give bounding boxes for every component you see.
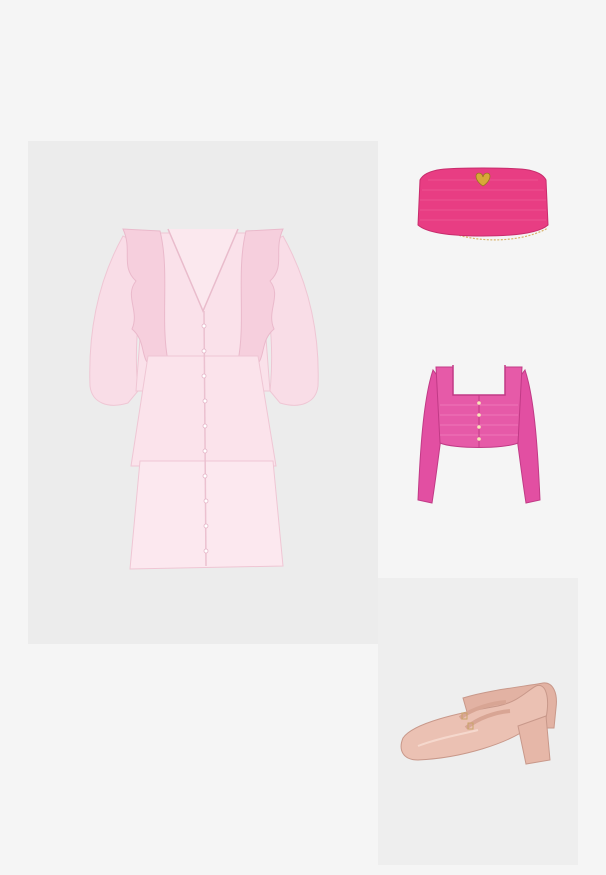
cardigan-product-tile[interactable] (408, 355, 550, 510)
dress-product-tile[interactable] (28, 141, 378, 644)
clutch-bag-product-tile[interactable] (398, 150, 568, 260)
ruffled-dress-image (89, 228, 319, 570)
mary-jane-pumps-image (400, 682, 557, 765)
shoes-product-tile[interactable] (378, 578, 578, 865)
cropped-knit-cardigan-image (417, 365, 541, 504)
woven-clutch-bag-image (417, 167, 549, 241)
